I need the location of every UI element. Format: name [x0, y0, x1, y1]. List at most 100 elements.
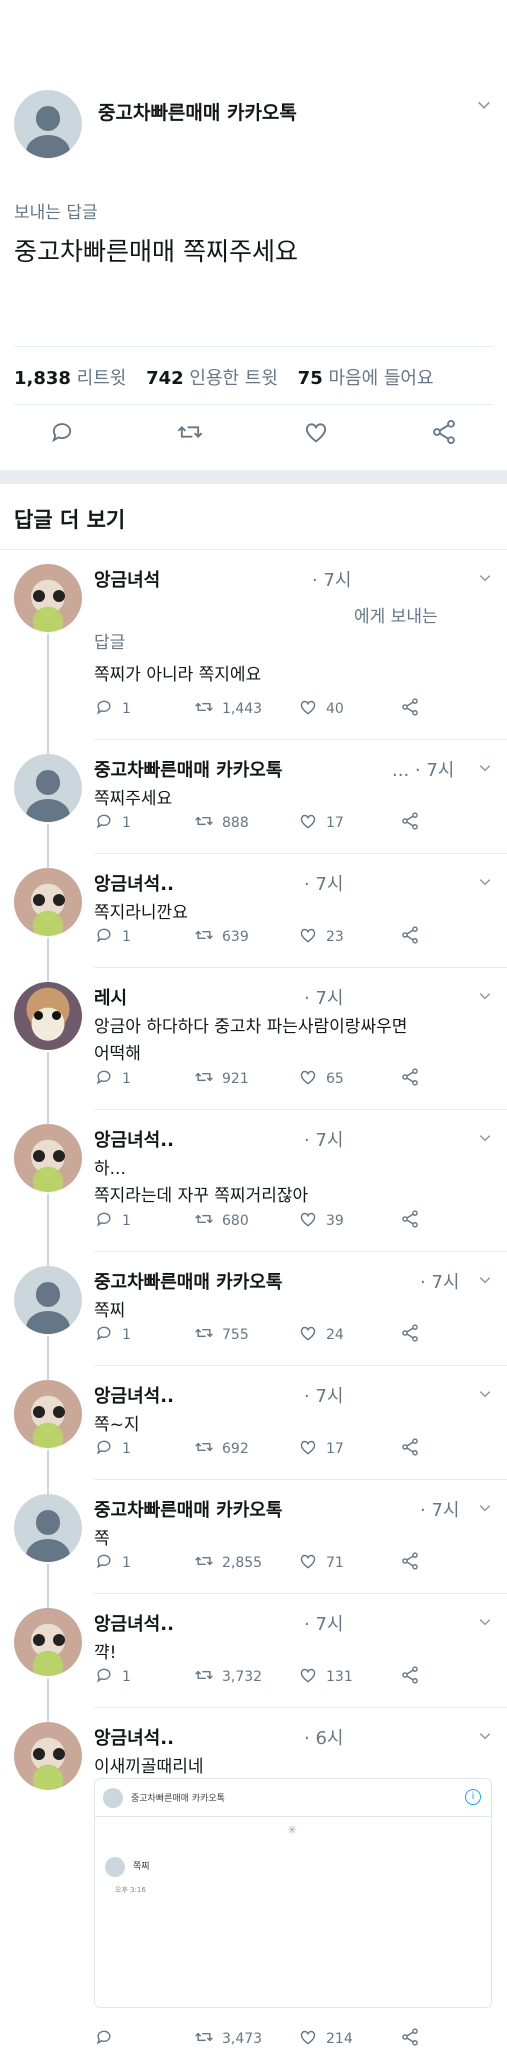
main-avatar[interactable] [14, 90, 82, 158]
reply-timestamp[interactable]: · 7시 [312, 566, 351, 592]
chevron-down-icon[interactable] [477, 760, 493, 776]
reply-icon[interactable] [94, 1551, 114, 1575]
reply-tweet[interactable]: 중고차빠른매매 카카오톡 ... · 7시 쪽찌주세요 1 888 17 [0, 740, 507, 868]
reply-author-name[interactable]: 중고차빠른매매 카카오톡 [94, 1268, 282, 1294]
share-button[interactable] [400, 1068, 420, 1090]
like-button[interactable]: 17 [298, 812, 344, 834]
reply-avatar[interactable] [14, 1722, 82, 1790]
share-button[interactable] [400, 926, 420, 948]
quote-count[interactable]: 742 [146, 368, 184, 389]
reply-icon[interactable] [94, 697, 114, 721]
retweet-icon[interactable] [194, 925, 214, 949]
reply-timestamp[interactable]: · 7시 [304, 870, 343, 896]
share-icon[interactable] [400, 1323, 420, 1347]
like-button[interactable]: 65 [298, 1068, 344, 1090]
share-button[interactable] [400, 1324, 420, 1346]
reply-author-name[interactable]: 중고차빠른매매 카카오톡 [94, 1496, 282, 1522]
heart-icon[interactable] [298, 1209, 318, 1233]
share-button[interactable] [400, 812, 420, 834]
reply-timestamp[interactable]: · 7시 [420, 1268, 459, 1294]
reply-timestamp[interactable]: · 7시 [304, 1126, 343, 1152]
share-button[interactable] [400, 2028, 420, 2048]
reply-timestamp[interactable]: · 7시 [304, 1610, 343, 1636]
chevron-down-icon[interactable] [477, 570, 493, 586]
retweet-icon[interactable] [194, 1067, 214, 1091]
share-icon[interactable] [400, 1665, 420, 1689]
chevron-down-icon[interactable] [477, 988, 493, 1004]
retweet-icon[interactable] [194, 1437, 214, 1461]
retweet-button[interactable]: 639 [194, 926, 249, 948]
reply-timestamp[interactable]: · 7시 [304, 984, 343, 1010]
reply-timestamp[interactable]: · 7시 [304, 1382, 343, 1408]
reply-avatar[interactable] [14, 1380, 82, 1448]
like-button[interactable]: 131 [298, 1666, 353, 1688]
reply-button[interactable] [94, 2028, 122, 2048]
like-count[interactable]: 75 [298, 368, 323, 389]
reply-avatar[interactable] [14, 868, 82, 936]
retweet-icon[interactable] [176, 418, 204, 446]
share-button[interactable] [400, 1552, 420, 1574]
share-icon[interactable] [400, 1437, 420, 1461]
reply-author-name[interactable]: 앙금녀석.. [94, 1126, 174, 1152]
reply-avatar[interactable] [14, 1124, 82, 1192]
heart-icon[interactable] [298, 925, 318, 949]
retweet-count[interactable]: 1,838 [14, 368, 71, 389]
retweet-icon[interactable] [194, 1665, 214, 1689]
retweet-icon[interactable] [194, 1551, 214, 1575]
heart-icon[interactable] [298, 1067, 318, 1091]
heart-icon[interactable] [298, 1551, 318, 1575]
reply-tweet[interactable]: 앙금녀석.. · 7시 하... 쪽지라는데 자꾸 쪽찌거리잖아 1 680 39 [0, 1110, 507, 1266]
reply-avatar[interactable] [14, 754, 82, 822]
share-icon[interactable] [430, 418, 458, 446]
reply-timestamp[interactable]: · 6시 [304, 1724, 343, 1750]
chevron-down-icon[interactable] [477, 1728, 493, 1744]
chevron-down-icon[interactable] [477, 1272, 493, 1288]
embedded-image[interactable]: 중고차빠른매매 카카오톡 i ✳ 쪽찌 오후 3:16 [94, 1778, 492, 2008]
quote-label[interactable]: 인용한 트윗 [189, 368, 278, 389]
share-icon[interactable] [400, 1551, 420, 1575]
retweet-button[interactable]: 755 [194, 1324, 249, 1346]
reply-author-name[interactable]: 레시 [94, 984, 127, 1010]
heart-icon[interactable] [298, 811, 318, 835]
retweet-icon[interactable] [194, 1323, 214, 1347]
reply-icon[interactable] [94, 1067, 114, 1091]
heart-icon[interactable] [298, 1437, 318, 1461]
reply-tweet[interactable]: 레시 · 7시 앙금아 하다하다 중고차 파는사람이랑싸우면 어떡해 1 921 65 [0, 968, 507, 1124]
chevron-down-icon[interactable] [477, 1130, 493, 1146]
reply-timestamp[interactable]: · 7시 [420, 1496, 459, 1522]
reply-button[interactable]: 1 [94, 1666, 131, 1688]
share-icon[interactable] [400, 1067, 420, 1091]
retweet-label[interactable]: 리트윗 [77, 368, 127, 389]
share-icon[interactable] [400, 811, 420, 835]
reply-author-name[interactable]: 앙금녀석.. [94, 870, 174, 896]
heart-icon[interactable] [298, 2027, 318, 2048]
share-button[interactable] [400, 698, 420, 720]
chevron-down-icon[interactable] [475, 96, 493, 114]
reply-tweet[interactable]: 앙금녀석.. · 7시 쪽지라니깐요 1 639 23 [0, 854, 507, 982]
retweet-icon[interactable] [194, 2027, 214, 2048]
retweet-button[interactable]: 921 [194, 1068, 249, 1090]
reply-button[interactable]: 1 [94, 926, 131, 948]
share-icon[interactable] [400, 697, 420, 721]
like-button[interactable]: 23 [298, 926, 344, 948]
share-button[interactable] [400, 1438, 420, 1460]
share-icon[interactable] [400, 2027, 420, 2048]
reply-icon[interactable] [94, 811, 114, 835]
reply-button[interactable]: 1 [94, 1552, 131, 1574]
chevron-down-icon[interactable] [477, 1614, 493, 1630]
like-label[interactable]: 마음에 들어요 [328, 368, 433, 389]
retweet-button[interactable]: 1,443 [194, 698, 262, 720]
share-icon[interactable] [400, 1209, 420, 1233]
retweet-button[interactable]: 888 [194, 812, 249, 834]
reply-tweet[interactable]: 앙금녀석.. · 7시 꺅! 1 3,732 131 [0, 1594, 507, 1722]
reply-avatar[interactable] [14, 564, 82, 632]
reply-tweet[interactable]: 중고차빠른매매 카카오톡 · 7시 쪽 1 2,855 71 [0, 1480, 507, 1608]
share-icon[interactable] [400, 925, 420, 949]
retweet-button[interactable]: 3,473 [194, 2028, 262, 2048]
retweet-button[interactable]: 2,855 [194, 1552, 262, 1574]
reply-button[interactable]: 1 [94, 1324, 131, 1346]
reply-author-name[interactable]: 앙금녀석 [94, 566, 160, 592]
share-button[interactable] [400, 1210, 420, 1232]
chevron-down-icon[interactable] [477, 1500, 493, 1516]
heart-icon[interactable] [302, 418, 330, 446]
